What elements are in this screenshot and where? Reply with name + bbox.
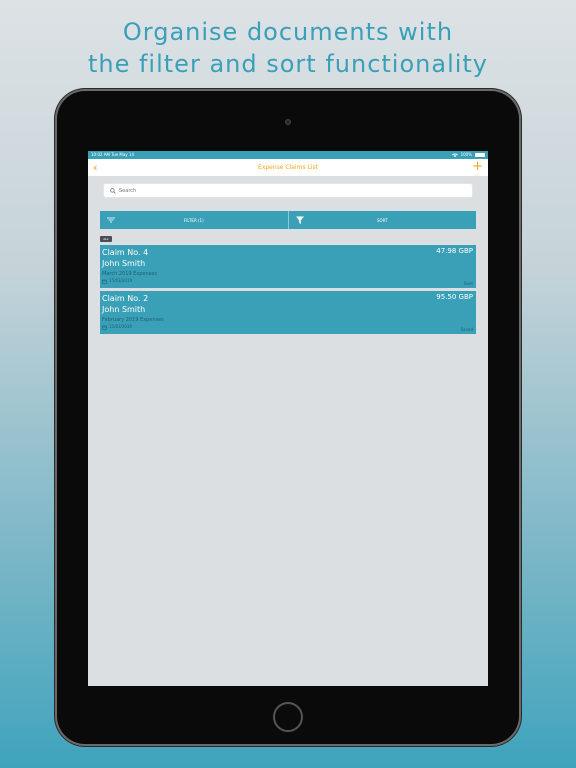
claim-card[interactable]: Claim No. 2 John Smith February 2019 Exp… [100, 291, 476, 334]
claim-date-row: 15/03/2019 [102, 324, 474, 330]
claim-status: Sent [463, 281, 473, 286]
sort-button[interactable]: SORT [289, 211, 477, 229]
promo-headline-line1: Organise documents with [122, 18, 454, 46]
claim-owner: John Smith [102, 305, 146, 314]
home-button[interactable] [273, 702, 303, 732]
filter-label: FILTER (1) [183, 217, 204, 223]
search-bar[interactable] [103, 183, 473, 198]
claim-owner: John Smith [102, 259, 146, 268]
promo-headline: Organise documents with the filter and s… [0, 16, 576, 80]
app-screen: 10:02 AM Tue May 14 100% ‹ Expense Claim… [88, 151, 488, 686]
claim-description: February 2019 Expenses [102, 317, 164, 323]
wifi-icon [451, 153, 458, 157]
filter-button[interactable]: FILTER (1) [100, 211, 289, 229]
calendar-icon [102, 279, 107, 284]
claim-status: Saved [460, 327, 473, 332]
funnel-icon [295, 216, 304, 224]
status-time: 10:02 AM [91, 152, 110, 157]
claim-amount: 47.98 GBP [436, 247, 473, 255]
claim-description: March 2019 Expenses [102, 271, 157, 277]
status-left: 10:02 AM Tue May 14 [91, 151, 134, 159]
claim-date: 15/03/2019 [109, 278, 133, 283]
back-chevron-icon[interactable]: ‹ [93, 161, 98, 174]
claim-date-row: 15/03/2019 [102, 278, 474, 284]
battery-icon [475, 153, 485, 157]
claim-date: 15/03/2019 [109, 324, 133, 329]
promo-headline-line2: the filter and sort functionality [87, 50, 489, 78]
nav-bar: ‹ Expense Claims List + [88, 159, 488, 176]
search-icon [110, 187, 116, 194]
status-date: Tue May 14 [111, 152, 135, 157]
battery-percent: 100% [460, 152, 472, 157]
filter-sort-bar: FILTER (1) SORT [100, 211, 476, 229]
sort-label: SORT [376, 217, 388, 223]
claim-title: Claim No. 4 [102, 248, 149, 257]
search-input[interactable] [119, 187, 419, 194]
camera-icon [285, 119, 291, 125]
page-title: Expense Claims List [258, 164, 318, 171]
claim-card[interactable]: Claim No. 4 John Smith March 2019 Expens… [100, 245, 476, 288]
claim-amount: 95.50 GBP [436, 293, 473, 301]
filter-tag[interactable]: ALL [100, 236, 112, 242]
calendar-icon [102, 325, 107, 330]
status-bar: 10:02 AM Tue May 14 100% [88, 151, 488, 159]
tablet-frame: 10:02 AM Tue May 14 100% ‹ Expense Claim… [57, 91, 519, 744]
status-right: 100% [451, 151, 485, 159]
claim-title: Claim No. 2 [102, 294, 149, 303]
filter-lines-icon [107, 217, 115, 223]
add-claim-plus-icon[interactable]: + [472, 159, 483, 175]
